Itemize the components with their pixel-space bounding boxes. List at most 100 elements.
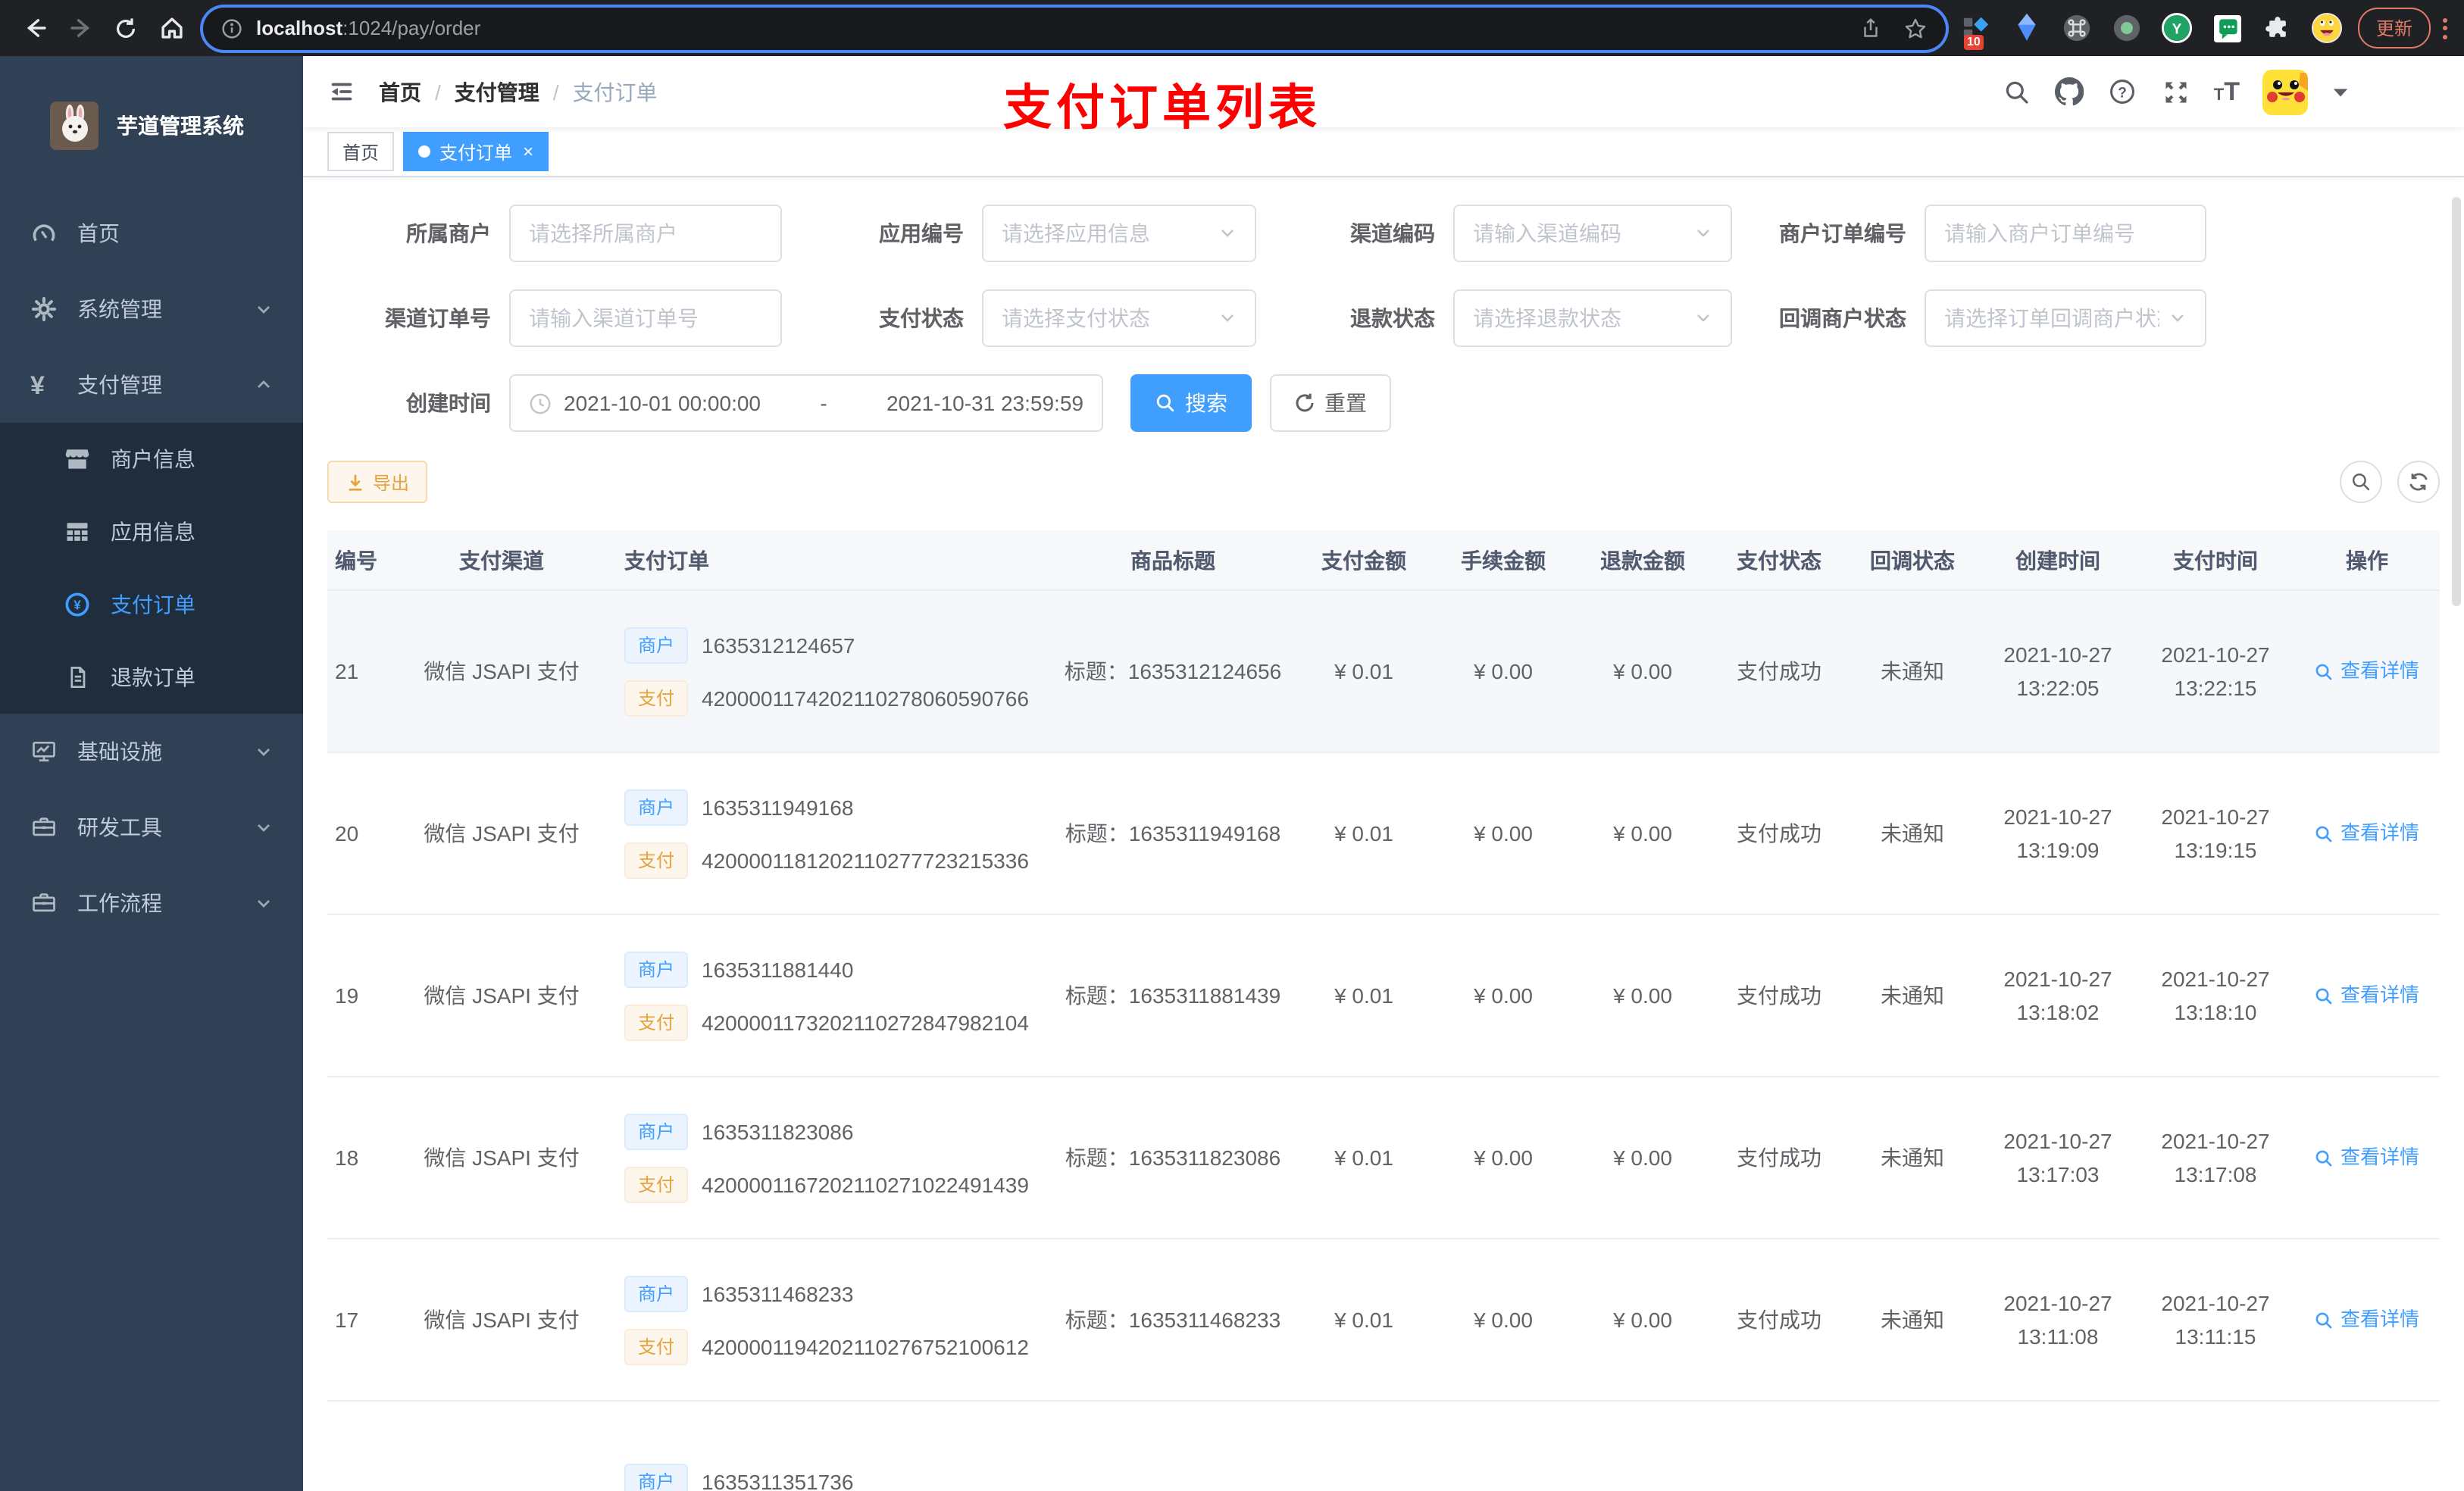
top-navbar: 首页 / 支付管理 / 支付订单 ? T T — [303, 56, 2464, 127]
site-info-icon[interactable] — [221, 17, 242, 39]
view-detail-link[interactable]: 查看详情 — [2315, 655, 2419, 688]
view-detail-link[interactable]: 查看详情 — [2315, 1303, 2419, 1336]
browser-back-button[interactable] — [12, 5, 58, 51]
cell-amount: ¥ 0.01 — [1334, 659, 1393, 683]
extension-icon-chat[interactable] — [2211, 12, 2243, 44]
extension-icon-balloon[interactable] — [2011, 12, 2043, 44]
tag-close-icon[interactable]: × — [523, 142, 533, 161]
address-bar[interactable]: localhost:1024/pay/order — [203, 7, 1946, 49]
extension-icon-tampermonkey[interactable]: 10 — [1961, 12, 1993, 50]
cell-notify-status: 未通知 — [1881, 1146, 1944, 1170]
share-icon[interactable] — [1859, 17, 1882, 39]
view-detail-link[interactable]: 查看详情 — [2315, 1141, 2419, 1174]
cell-pay-time: 2021-10-27 13:19:15 — [2161, 805, 2270, 862]
cell-fee: ¥ 0.00 — [1474, 1146, 1533, 1170]
search-icon — [2352, 473, 2370, 491]
extension-icon-y-green[interactable]: Y — [2161, 12, 2193, 44]
svg-text:¥: ¥ — [73, 598, 81, 612]
pay-tag: 支付 — [624, 680, 689, 716]
browser-update-button[interactable]: 更新 — [2358, 8, 2431, 48]
pay-status-select[interactable]: 请选择支付状态 — [982, 289, 1256, 347]
export-button[interactable]: 导出 — [327, 461, 428, 503]
app-select[interactable]: 请选择应用信息 — [982, 205, 1256, 262]
avatar-caret-down-icon[interactable] — [2331, 77, 2349, 107]
search-button[interactable]: 搜索 — [1130, 374, 1252, 432]
sidebar-item-home[interactable]: 首页 — [0, 195, 303, 271]
profile-emoji-avatar[interactable] — [2311, 12, 2343, 44]
browser-reload-button[interactable] — [103, 5, 149, 51]
browser-forward-button[interactable] — [58, 5, 103, 51]
sidebar-item-app-info[interactable]: 应用信息 — [0, 495, 303, 568]
table-body: 21 微信 JSAPI 支付 商户 1635312124657 支付 42000… — [327, 591, 2440, 1491]
sidebar-item-infrastructure[interactable]: 基础设施 — [0, 714, 303, 789]
cell-pay-status: 支付成功 — [1737, 1308, 1821, 1332]
sidebar-item-label: 支付管理 — [77, 373, 162, 397]
refresh-table-button[interactable] — [2397, 461, 2440, 503]
cell-order: 商户 1635312124657 支付 42000011742021102780… — [612, 627, 1052, 716]
toggle-search-button[interactable] — [2340, 461, 2382, 503]
merchant-select-input[interactable] — [509, 205, 782, 262]
breadcrumb-pay-mgmt[interactable]: 支付管理 — [455, 77, 539, 107]
app-logo[interactable]: 芋道管理系统 — [0, 56, 303, 195]
sidebar-item-workflow[interactable]: 工作流程 — [0, 865, 303, 941]
view-detail-link[interactable]: 查看详情 — [2315, 817, 2419, 850]
cell-create-time: 2021-10-27 13:18:02 — [2003, 967, 2112, 1024]
user-avatar[interactable] — [2262, 69, 2308, 114]
sidebar-item-dev-tools[interactable]: 研发工具 — [0, 789, 303, 865]
font-size-icon[interactable]: TT — [2214, 79, 2240, 105]
merchant-order-no-input[interactable] — [1925, 205, 2206, 262]
cell-create-time: 2021-10-27 13:22:05 — [2003, 642, 2112, 700]
cell-order: 商户 1635311823086 支付 42000011672021102710… — [612, 1113, 1052, 1202]
sidebar-item-system[interactable]: 系统管理 — [0, 271, 303, 347]
channel-code-select[interactable]: 请输入渠道编码 — [1453, 205, 1732, 262]
cell-fee: ¥ 0.00 — [1474, 983, 1533, 1008]
search-icon — [1156, 394, 1174, 412]
cell-fee: ¥ 0.00 — [1474, 821, 1533, 846]
github-icon[interactable] — [2055, 77, 2085, 107]
breadcrumb-home[interactable]: 首页 — [379, 77, 421, 107]
bookmark-star-icon[interactable] — [1903, 16, 1928, 40]
refund-status-select[interactable]: 请选择退款状态 — [1453, 289, 1732, 347]
clock-icon — [529, 392, 552, 414]
cell-pay-status: 支付成功 — [1737, 983, 1821, 1008]
cell-title: 标题：1635311823086 — [1065, 1146, 1281, 1170]
chevron-up-icon — [255, 376, 273, 394]
sidebar-item-merchant-info[interactable]: 商户信息 — [0, 423, 303, 495]
extension-icon-recorder[interactable] — [2111, 12, 2143, 44]
filter-label-app-id: 应用编号 — [879, 221, 964, 245]
page-scrollbar[interactable] — [2452, 197, 2461, 606]
sidebar-item-payment[interactable]: ¥ 支付管理 — [0, 347, 303, 423]
reset-button[interactable]: 重置 — [1270, 374, 1391, 432]
cell-title: 标题：1635311949168 — [1065, 821, 1281, 846]
pay-order-no: 4200001167202110271022491439 — [702, 1172, 1029, 1196]
merchant-tag: 商户 — [624, 627, 689, 663]
cell-pay-status: 支付成功 — [1737, 1146, 1821, 1170]
channel-order-no-input[interactable] — [509, 289, 782, 347]
cell-notify-status: 未通知 — [1881, 821, 1944, 846]
cell-channel: 微信 JSAPI 支付 — [424, 821, 580, 846]
sidebar-fold-icon[interactable] — [315, 66, 367, 117]
table-header: 编号 支付渠道 支付订单 商品标题 支付金额 手续金额 退款金额 支付状态 回调… — [327, 530, 2440, 591]
sidebar-item-refund-order[interactable]: 退款订单 — [0, 641, 303, 714]
merchant-order-no: 1635311351736 — [702, 1470, 854, 1491]
extensions-puzzle-icon[interactable] — [2261, 12, 2293, 44]
header-search-icon[interactable] — [2002, 77, 2032, 107]
tag-home[interactable]: 首页 — [327, 132, 395, 171]
search-icon — [2316, 1311, 2333, 1328]
sidebar-item-pay-order[interactable]: ¥ 支付订单 — [0, 568, 303, 641]
notify-status-select[interactable]: 请选择订单回调商户状态 — [1925, 289, 2206, 347]
browser-home-button[interactable] — [149, 5, 194, 51]
search-icon — [2316, 663, 2333, 680]
fullscreen-icon[interactable] — [2161, 77, 2191, 107]
filter-label-refund-status: 退款状态 — [1350, 306, 1435, 330]
help-icon[interactable]: ? — [2108, 77, 2138, 107]
browser-menu-icon[interactable] — [2443, 17, 2448, 39]
extension-icon-command[interactable] — [2061, 12, 2093, 44]
cell-id: 17 — [335, 1308, 359, 1332]
merchant-tag: 商户 — [624, 1113, 689, 1149]
chevron-down-icon — [255, 300, 273, 318]
create-time-range-picker[interactable]: 2021-10-01 00:00:00 - 2021-10-31 23:59:5… — [509, 374, 1103, 432]
tag-pay-order[interactable]: 支付订单 × — [403, 132, 549, 171]
pay-tag: 支付 — [624, 842, 689, 878]
view-detail-link[interactable]: 查看详情 — [2315, 979, 2419, 1012]
